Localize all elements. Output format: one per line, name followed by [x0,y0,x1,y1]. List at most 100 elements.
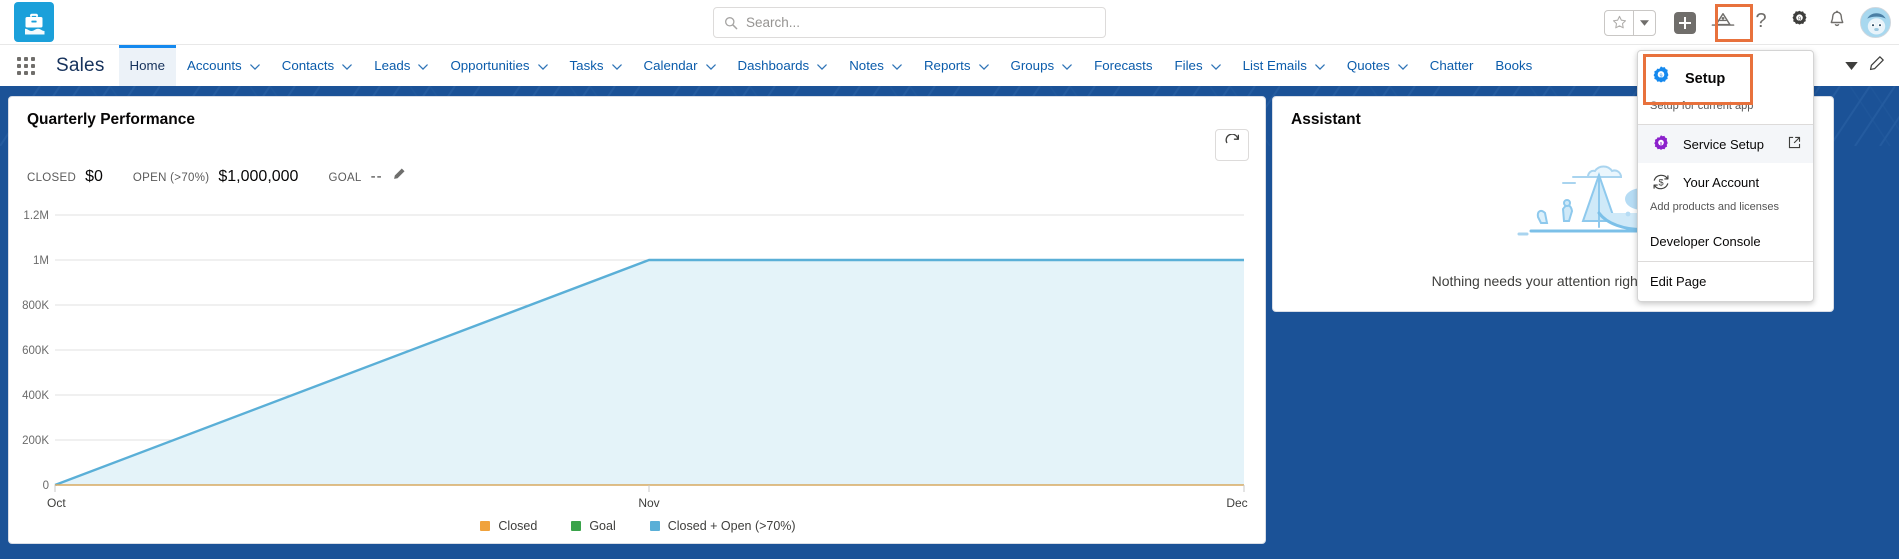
nav-item-label: Home [129,58,166,73]
legend-item-goal[interactable]: Goal [571,519,616,533]
legend-item-closed[interactable]: Closed [480,519,537,533]
global-actions-plus-icon [1674,11,1696,34]
chart-y-axis-labels: 1.2M 1M 800K 600K 400K 200K 0 [22,210,49,492]
chevron-down-icon[interactable] [1062,58,1072,73]
nav-item-chatter[interactable]: Chatter [1419,45,1485,86]
nav-item-dashboards[interactable]: Dashboards [727,45,839,86]
nav-item-list-emails[interactable]: List Emails [1232,45,1336,86]
nav-item-label: List Emails [1242,58,1307,73]
setup-menu-primary[interactable]: 9 Setup Setup for current app [1638,51,1813,124]
nav-item-tasks[interactable]: Tasks [559,45,633,86]
app-launcher-button[interactable] [0,45,44,86]
svg-text:?: ? [1755,10,1766,31]
nav-item-list: Home Accounts Contacts Leads Opportuniti… [118,45,1845,86]
chevron-down-icon[interactable] [817,58,827,73]
svg-text:Oct: Oct [47,496,66,510]
performance-metrics: CLOSED $0 OPEN (>70%) $1,000,000 GOAL -- [27,167,436,186]
salesforce-app-logo[interactable] [14,2,54,42]
chevron-down-icon[interactable] [342,58,352,73]
menu-item-service-setup[interactable]: 9 Service Setup [1638,125,1813,163]
global-header-actions: ? 9 [1604,0,1891,45]
nav-item-forecasts[interactable]: Forecasts [1083,45,1163,86]
chevron-down-icon[interactable] [418,58,429,73]
refresh-chart-button[interactable] [1215,129,1249,161]
chevron-down-icon[interactable] [978,58,989,73]
chart-area-open [55,260,1244,485]
nav-item-files[interactable]: Files [1164,45,1232,86]
svg-text:Nov: Nov [638,496,659,510]
menu-item-edit-page[interactable]: Edit Page [1638,262,1813,301]
chart-x-axis-labels: Oct Nov Dec [47,496,1248,510]
service-setup-gear-purple-icon: 9 [1650,134,1672,154]
global-search[interactable]: Search... [713,7,1106,38]
nav-item-leads[interactable]: Leads [363,45,439,86]
current-app-name[interactable]: Sales [44,45,119,86]
svg-text:1M: 1M [33,255,49,267]
favorites-group[interactable] [1604,9,1656,36]
chevron-down-icon[interactable] [537,58,548,73]
help-button[interactable]: ? [1742,4,1780,42]
nav-item-label: Books [1495,58,1533,73]
svg-text:400K: 400K [22,390,49,402]
nav-item-opportunities[interactable]: Opportunities [439,45,558,86]
nav-more-caret-icon[interactable] [1845,57,1858,75]
menu-item-label: Service Setup [1683,136,1764,152]
setup-menu-label: Setup [1685,70,1726,87]
chevron-down-icon[interactable] [249,58,260,73]
goal-edit-pencil-icon[interactable] [392,167,406,186]
legend-item-closed-open[interactable]: Closed + Open (>70%) [649,519,796,533]
metric-label: OPEN (>70%) [132,172,210,184]
app-navigation-bar: Sales Home Accounts Contacts Leads Oppor… [0,45,1899,86]
nav-item-contacts[interactable]: Contacts [271,45,363,86]
nav-item-reports[interactable]: Reports [913,45,1000,86]
chevron-down-icon[interactable] [1397,58,1408,73]
nav-item-books[interactable]: Books [1484,45,1543,86]
metric-value: -- [370,168,383,185]
nav-item-label: Dashboards [737,58,810,73]
legend-swatch-goal [571,521,582,531]
chevron-down-icon[interactable] [1315,58,1325,73]
nav-item-label: Tasks [569,58,604,73]
svg-text:800K: 800K [22,300,49,312]
setup-menu-item[interactable]: 9 Setup [1638,57,1813,94]
edit-page-pencil-icon[interactable] [1868,55,1885,77]
nav-item-label: Leads [374,58,411,73]
nav-item-label: Forecasts [1094,58,1153,73]
metric-value: $1,000,000 [218,168,299,185]
metric-label: CLOSED [27,172,77,184]
quarterly-performance-card: Quarterly Performance CLOSED $0 OPEN (>7… [8,96,1266,544]
notifications-button[interactable] [1818,4,1856,42]
user-avatar[interactable] [1860,7,1891,38]
search-input[interactable]: Search... [746,15,800,30]
menu-item-label: Your Account [1683,174,1760,190]
legend-label: Goal [589,519,616,533]
nav-item-groups[interactable]: Groups [1000,45,1084,86]
chevron-down-icon[interactable] [1210,58,1221,73]
chart-svg: 1.2M 1M 800K 600K 400K 200K 0 Oct Nov De… [22,210,1248,510]
nav-item-label: Quotes [1346,58,1390,73]
trailhead-button[interactable] [1704,4,1742,42]
metric-goal: GOAL -- [328,167,405,186]
app-launcher-waffle-icon [17,56,35,75]
svg-text:9: 9 [1797,16,1800,22]
search-input-wrapper[interactable]: Search... [713,7,1106,38]
nav-item-notes[interactable]: Notes [838,45,913,86]
favorites-dropdown-icon[interactable] [1634,11,1655,35]
nav-bar-right-actions [1845,45,1899,86]
your-account-dollar-icon: $ [1650,172,1672,192]
nav-item-quotes[interactable]: Quotes [1336,45,1419,86]
menu-item-developer-console[interactable]: Developer Console [1638,222,1813,261]
metric-closed: CLOSED $0 [27,168,103,186]
chevron-down-icon[interactable] [611,58,622,73]
external-link-icon [1788,136,1801,152]
nav-item-calendar[interactable]: Calendar [633,45,727,86]
nav-item-home[interactable]: Home [118,45,177,86]
setup-dropdown-menu: 9 Setup Setup for current app 9 Service … [1637,50,1814,302]
chevron-down-icon[interactable] [705,58,716,73]
setup-button[interactable]: 9 [1780,4,1818,42]
favorites-star-icon[interactable] [1605,11,1633,35]
global-actions-button[interactable] [1666,4,1704,42]
menu-item-your-account[interactable]: $ Your Account [1638,163,1813,201]
chevron-down-icon[interactable] [892,58,902,73]
nav-item-accounts[interactable]: Accounts [176,45,271,86]
